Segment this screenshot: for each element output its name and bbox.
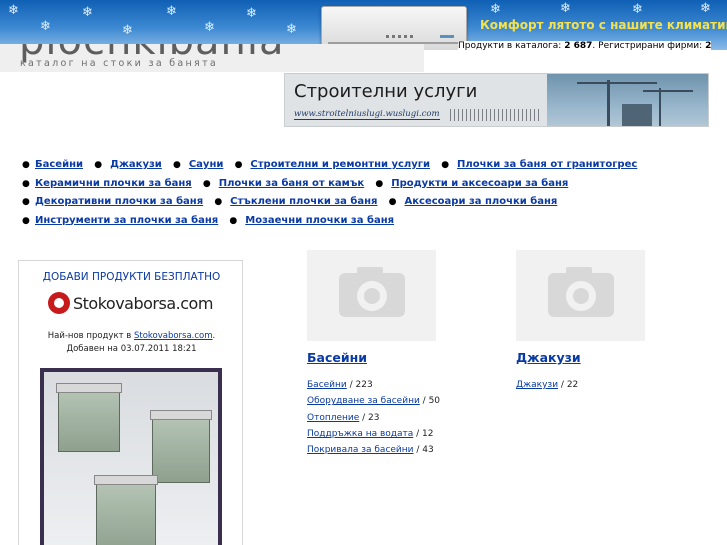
snowflake-icon: ❄ xyxy=(560,1,571,16)
list-item: Покривала за басейни / 43 xyxy=(307,445,434,456)
transformer-image xyxy=(94,475,158,545)
nav-link-stone-tiles[interactable]: Плочки за баня от камък xyxy=(219,178,364,189)
catalog-stats: Продукти в каталога: 2 687. Регистрирани… xyxy=(458,41,712,51)
subcategory-link[interactable]: Джакузи xyxy=(516,380,558,390)
category-title-jacuzzi[interactable]: Джакузи xyxy=(516,350,696,365)
category-nav: ● Басейни ● Джакузи ● Сауни ● Строителни и р… xyxy=(22,156,637,230)
snowflake-icon: ❄ xyxy=(490,2,501,17)
latest-product-image[interactable] xyxy=(40,368,222,545)
transformer-image xyxy=(56,383,122,452)
category-card-pools: Басейни Басейни / 223 Оборудване за басе… xyxy=(307,250,487,458)
subcategory-link[interactable]: Отопление xyxy=(307,413,359,423)
list-item: Отопление / 23 xyxy=(307,412,380,423)
category-photo[interactable] xyxy=(516,250,645,341)
latest-prefix: Най-нов продукт в xyxy=(47,331,132,341)
list-item: Оборудване за басейни / 50 xyxy=(307,396,441,407)
snowflake-icon: ❄ xyxy=(632,2,643,17)
list-item: Поддръжка на водата / 12 xyxy=(307,428,434,439)
nav-row: ● Керамични плочки за баня ● Плочки за бан… xyxy=(22,177,569,189)
snowflake-icon: ❄ xyxy=(700,1,711,16)
subcategory-list: Джакузи / 22 xyxy=(516,377,696,393)
ac-brand-mark xyxy=(440,35,454,38)
nav-row: ● Декоративни плочки за баня ● Стъклени пл… xyxy=(22,196,558,207)
category-photo[interactable] xyxy=(307,250,436,341)
transformer-image xyxy=(150,410,212,483)
ac-display xyxy=(386,35,414,38)
nav-link-saunas[interactable]: Сауни xyxy=(189,159,224,170)
subcategory-link[interactable]: Басейни xyxy=(307,380,347,390)
nav-link-tile-tools[interactable]: Инструменти за плочки за баня xyxy=(35,215,218,226)
snowflake-icon: ❄ xyxy=(40,19,51,34)
nav-link-construction[interactable]: Строителни и ремонтни услуги xyxy=(250,159,430,170)
firms-count: 2 xyxy=(705,41,712,51)
category-title-pools[interactable]: Басейни xyxy=(307,350,487,365)
snowflake-icon: ❄ xyxy=(82,5,93,20)
list-item: Басейни / 223 xyxy=(307,380,373,390)
stokovaborsa-logo-icon xyxy=(48,292,70,314)
nav-link-pools[interactable]: Басейни xyxy=(35,159,83,170)
ad-url: www.stroitelniuslugi.wuslugi.com xyxy=(294,109,440,120)
stokovaborsa-logo[interactable]: Stokovaborsa.com xyxy=(48,290,213,316)
products-label: Продукти в каталога: xyxy=(458,41,562,51)
banner-text: Комфорт лятото с нашите климатици xyxy=(480,18,727,32)
nav-row: ● Басейни ● Джакузи ● Сауни ● Строителни и р… xyxy=(22,159,638,170)
nav-link-mosaic-tiles[interactable]: Мозаечни плочки за баня xyxy=(245,215,394,226)
site-logo[interactable]: plochkibania каталог на стоки за банята xyxy=(0,44,424,72)
nav-link-tile-accessories[interactable]: Аксесоари за плочки баня xyxy=(405,196,558,207)
nav-link-glass-tiles[interactable]: Стъклени плочки за баня xyxy=(230,196,377,207)
snowflake-icon: ❄ xyxy=(8,3,19,18)
nav-link-jacuzzi[interactable]: Джакузи xyxy=(110,159,162,170)
snowflake-icon: ❄ xyxy=(166,4,177,19)
add-products-box: ДОБАВИ ПРОДУКТИ БЕЗПЛАТНО Stokovaborsa.c… xyxy=(18,260,243,545)
nav-link-bath-products[interactable]: Продукти и аксесоари за баня xyxy=(391,178,568,189)
add-products-link[interactable]: ДОБАВИ ПРОДУКТИ БЕЗПЛАТНО xyxy=(19,271,244,283)
subcategory-list: Басейни / 223 Оборудване за басейни / 50… xyxy=(307,377,487,458)
snowflake-icon: ❄ xyxy=(246,6,257,21)
snowflake-icon: ❄ xyxy=(286,22,297,37)
subcategory-link[interactable]: Оборудване за басейни xyxy=(307,396,420,406)
nav-link-granite-tiles[interactable]: Плочки за баня от гранитогрес xyxy=(457,159,637,170)
list-item: Джакузи / 22 xyxy=(516,380,579,390)
ad-title: Строителни услуги xyxy=(294,81,478,102)
construction-photo xyxy=(547,74,708,126)
snowflake-icon: ❄ xyxy=(122,23,133,38)
latest-product-info: Най-нов продукт в Stokovaborsa.com. Доба… xyxy=(47,331,216,354)
added-date: Добавен на 03.07.2011 18:21 xyxy=(66,344,197,354)
subcategory-link[interactable]: Покривала за басейни xyxy=(307,445,414,455)
products-count: 2 687 xyxy=(564,41,593,51)
firms-label: Регистрирани фирми: xyxy=(598,41,703,51)
subcategory-link[interactable]: Поддръжка на водата xyxy=(307,429,413,439)
nav-link-decorative-tiles[interactable]: Декоративни плочки за баня xyxy=(35,196,203,207)
category-card-jacuzzi: Джакузи Джакузи / 22 xyxy=(516,250,696,393)
page: ❄ ❄ ❄ ❄ ❄ ❄ ❄ ❄ ❄ ❄ ❄ ❄ Комфорт лятото с… xyxy=(0,0,727,545)
logo-subtitle: каталог на стоки за банята xyxy=(20,58,219,69)
construction-services-ad[interactable]: Строителни услуги www.stroitelniuslugi.w… xyxy=(284,73,709,127)
stokovaborsa-link[interactable]: Stokovaborsa.com xyxy=(134,331,213,341)
ad-decoration xyxy=(450,109,540,121)
stokovaborsa-logo-text: Stokovaborsa.com xyxy=(73,293,213,313)
nav-row: ● Инструменти за плочки за баня ● Мозаечни… xyxy=(22,214,395,226)
snowflake-icon: ❄ xyxy=(204,20,215,35)
nav-link-ceramic-tiles[interactable]: Керамични плочки за баня xyxy=(35,178,192,189)
